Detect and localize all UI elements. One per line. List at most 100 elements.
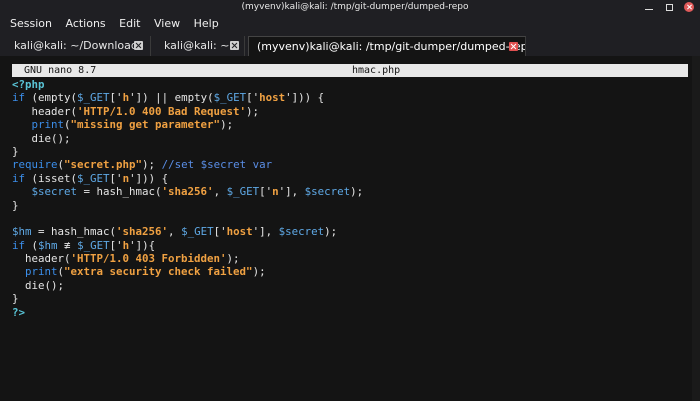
code-token: die();	[12, 131, 71, 145]
code-token: $secret	[304, 185, 351, 199]
code-editor[interactable]: <?php if (empty($_GET['h']) || empty($_GE…	[12, 78, 692, 319]
tab-dumped-repo[interactable]: (myvenv)kali@kali: /tmp/git-dumper/dumpe…	[248, 36, 526, 57]
menu-help[interactable]: Help	[184, 14, 219, 34]
code-token: $_GET	[77, 171, 110, 185]
code-token: $_GET	[181, 225, 214, 239]
code-line: <?php	[12, 78, 692, 91]
code-token: );	[350, 185, 364, 199]
code-line: ?>	[12, 306, 692, 319]
code-token: "missing get parameter"	[70, 118, 221, 132]
code-token: $_GET	[226, 185, 260, 199]
code-line: $hm = hash_hmac('sha256', $_GET['host'],…	[12, 225, 692, 238]
code-token: require	[12, 158, 58, 172]
code-token: );	[324, 225, 338, 239]
tab-bar: kali@kali: ~/Downloads kali@kali: ~ (myv…	[0, 34, 700, 57]
tab-downloads[interactable]: kali@kali: ~/Downloads	[6, 36, 151, 56]
maximize-icon[interactable]	[664, 2, 674, 12]
code-line: if ($hm ≢ $_GET['h']){	[12, 239, 692, 252]
code-token: ']) || empty(	[129, 91, 214, 105]
code-token: "secret.php"	[64, 158, 143, 172]
code-token: (empty(	[25, 91, 78, 105]
code-token: "extra security check failed"	[64, 265, 253, 279]
code-token: ']){	[129, 238, 156, 252]
code-token: '])) {	[285, 91, 325, 105]
tab-label: (myvenv)kali@kali: /tmp/git-dumper/dumpe…	[257, 40, 526, 53]
code-token: ≢	[57, 238, 78, 252]
code-line: die();	[12, 279, 692, 292]
code-line: $secret = hash_hmac('sha256', $_GET['n']…	[12, 185, 692, 198]
code-token: $_GET	[213, 91, 247, 105]
code-token: 'HTTP/1.0 400 Bad Request'	[77, 104, 247, 118]
code-token: = hash_hmac(	[31, 225, 117, 239]
code-token: if	[12, 171, 26, 185]
terminal-area[interactable]: GNU nano 8.7 hmac.php <?php if (empty($_G…	[0, 56, 700, 401]
code-token: header(	[12, 252, 71, 266]
code-line: print("missing get parameter");	[12, 118, 692, 131]
minimize-icon[interactable]	[644, 2, 654, 12]
menu-edit[interactable]: Edit	[109, 14, 140, 34]
code-token: ['	[259, 185, 273, 199]
nano-filename: hmac.php	[352, 65, 401, 76]
code-token: }	[12, 144, 19, 158]
code-line: }	[12, 292, 692, 305]
code-token: = hash_hmac(	[77, 185, 162, 199]
title-bar: (myvenv)kali@kali: /tmp/git-dumper/dumpe…	[0, 0, 700, 14]
code-token: host	[226, 225, 253, 239]
code-token: if	[12, 91, 26, 105]
scrollbar[interactable]	[692, 56, 700, 401]
menu-session[interactable]: Session	[0, 14, 52, 34]
code-token: );	[142, 158, 162, 172]
code-line: print("extra security check failed");	[12, 265, 692, 278]
code-token: $hm	[12, 225, 32, 239]
code-line: header('HTTP/1.0 403 Forbidden');	[12, 252, 692, 265]
code-line: if (isset($_GET['n'])) {	[12, 172, 692, 185]
code-token: }	[12, 198, 19, 212]
code-token: ['	[109, 238, 123, 252]
code-line: header('HTTP/1.0 400 Bad Request');	[12, 105, 692, 118]
code-token: print	[31, 118, 65, 132]
code-line: }	[12, 145, 692, 158]
code-token: //set $secret var	[161, 158, 273, 172]
code-token: die();	[12, 278, 65, 292]
tab-label: kali@kali: ~	[164, 39, 230, 52]
window-title: (myvenv)kali@kali: /tmp/git-dumper/dumpe…	[241, 2, 469, 12]
code-token: (	[25, 238, 39, 252]
code-token: '],	[278, 185, 305, 199]
tab-home[interactable]: kali@kali: ~	[156, 36, 245, 56]
close-tab-icon[interactable]	[509, 42, 518, 51]
close-tab-icon[interactable]	[134, 41, 143, 50]
code-token: }	[12, 292, 19, 306]
tab-label: kali@kali: ~/Downloads	[14, 39, 144, 52]
code-token: ,	[213, 185, 227, 199]
code-token: '])) {	[129, 171, 169, 185]
code-token: );	[220, 118, 234, 132]
menu-actions[interactable]: Actions	[55, 14, 105, 34]
code-token: );	[246, 104, 260, 118]
code-token: ?>	[12, 305, 26, 319]
code-token: $hm	[38, 238, 58, 252]
code-token: );	[252, 265, 266, 279]
code-token: if	[12, 238, 26, 252]
code-token: host	[259, 91, 286, 105]
nano-version: GNU nano 8.7	[24, 65, 97, 76]
code-token: print	[25, 265, 58, 279]
code-token: $_GET	[77, 91, 110, 105]
menu-view[interactable]: View	[144, 14, 180, 34]
code-token: $_GET	[77, 238, 110, 252]
code-token: header(	[12, 104, 78, 118]
code-line: require("secret.php"); //set $secret var	[12, 158, 692, 171]
code-token: ['	[109, 91, 123, 105]
close-tab-icon[interactable]	[230, 41, 239, 50]
close-window-icon[interactable]	[684, 2, 694, 12]
menu-bar: Session Actions Edit View Help	[0, 14, 700, 34]
code-token: ['	[109, 171, 123, 185]
code-token: ['	[246, 91, 260, 105]
code-token: $secret	[278, 225, 325, 239]
code-token: '],	[252, 225, 279, 239]
code-token: 'sha256'	[116, 225, 169, 239]
code-token: $secret	[31, 185, 78, 199]
